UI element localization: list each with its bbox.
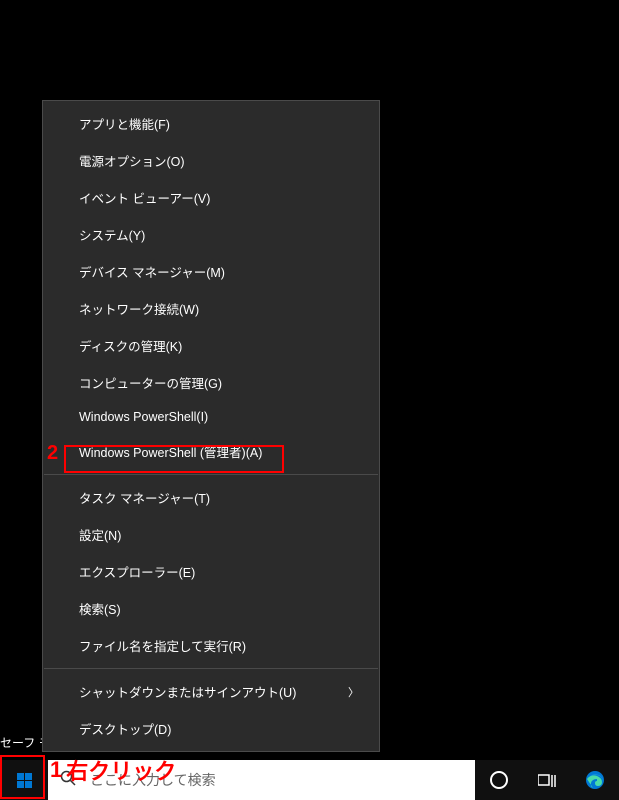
menu-item-label: デスクトップ(D) [79, 719, 171, 738]
menu-item-run[interactable]: ファイル名を指定して実行(R) [43, 627, 379, 664]
menu-item-label: イベント ビューアー(V) [79, 188, 210, 207]
cortana-button[interactable] [475, 760, 523, 800]
menu-item-label: エクスプローラー(E) [79, 562, 195, 581]
menu-item-disk-management[interactable]: ディスクの管理(K) [43, 327, 379, 364]
menu-item-powershell[interactable]: Windows PowerShell(I) [43, 401, 379, 433]
menu-item-device-manager[interactable]: デバイス マネージャー(M) [43, 253, 379, 290]
menu-item-label: Windows PowerShell (管理者)(A) [79, 442, 262, 461]
task-view-button[interactable] [523, 760, 571, 800]
menu-separator [44, 668, 378, 669]
menu-item-label: ファイル名を指定して実行(R) [79, 636, 246, 655]
menu-item-settings[interactable]: 設定(N) [43, 516, 379, 553]
windows-logo-icon [17, 773, 32, 788]
menu-item-network-connections[interactable]: ネットワーク接続(W) [43, 290, 379, 327]
search-placeholder-text: ここに入力して検索 [90, 770, 216, 790]
menu-item-label: ネットワーク接続(W) [79, 299, 199, 318]
menu-item-label: シャットダウンまたはサインアウト(U) [79, 682, 296, 701]
winx-context-menu: アプリと機能(F) 電源オプション(O) イベント ビューアー(V) システム(Y) デ… [42, 100, 380, 752]
menu-item-label: デバイス マネージャー(M) [79, 262, 225, 281]
menu-item-desktop[interactable]: デスクトップ(D) [43, 710, 379, 747]
menu-item-label: 電源オプション(O) [79, 151, 185, 170]
menu-item-shutdown-signout[interactable]: シャットダウンまたはサインアウト(U) 〉 [43, 673, 379, 710]
menu-item-label: ディスクの管理(K) [79, 336, 182, 355]
menu-item-label: コンピューターの管理(G) [79, 373, 222, 392]
menu-item-task-manager[interactable]: タスク マネージャー(T) [43, 479, 379, 516]
menu-item-power-options[interactable]: 電源オプション(O) [43, 142, 379, 179]
edge-icon [585, 770, 605, 790]
menu-item-powershell-admin[interactable]: Windows PowerShell (管理者)(A) [43, 433, 379, 470]
start-button[interactable] [0, 760, 48, 800]
menu-item-computer-management[interactable]: コンピューターの管理(G) [43, 364, 379, 401]
edge-browser-button[interactable] [571, 760, 619, 800]
menu-separator [44, 474, 378, 475]
menu-item-label: システム(Y) [79, 225, 145, 244]
menu-item-label: タスク マネージャー(T) [79, 488, 210, 507]
menu-item-search[interactable]: 検索(S) [43, 590, 379, 627]
menu-item-apps-features[interactable]: アプリと機能(F) [43, 105, 379, 142]
menu-item-label: アプリと機能(F) [79, 114, 170, 133]
menu-item-label: 検索(S) [79, 599, 121, 618]
taskbar: ここに入力して検索 [0, 760, 619, 800]
menu-item-system[interactable]: システム(Y) [43, 216, 379, 253]
search-icon [60, 770, 76, 791]
menu-item-label: Windows PowerShell(I) [79, 410, 208, 424]
cortana-circle-icon [490, 771, 508, 789]
menu-item-explorer[interactable]: エクスプローラー(E) [43, 553, 379, 590]
menu-item-event-viewer[interactable]: イベント ビューアー(V) [43, 179, 379, 216]
taskbar-search-box[interactable]: ここに入力して検索 [48, 760, 475, 800]
chevron-right-icon: 〉 [348, 684, 359, 700]
task-view-icon [538, 773, 556, 787]
menu-item-label: 設定(N) [79, 525, 121, 544]
